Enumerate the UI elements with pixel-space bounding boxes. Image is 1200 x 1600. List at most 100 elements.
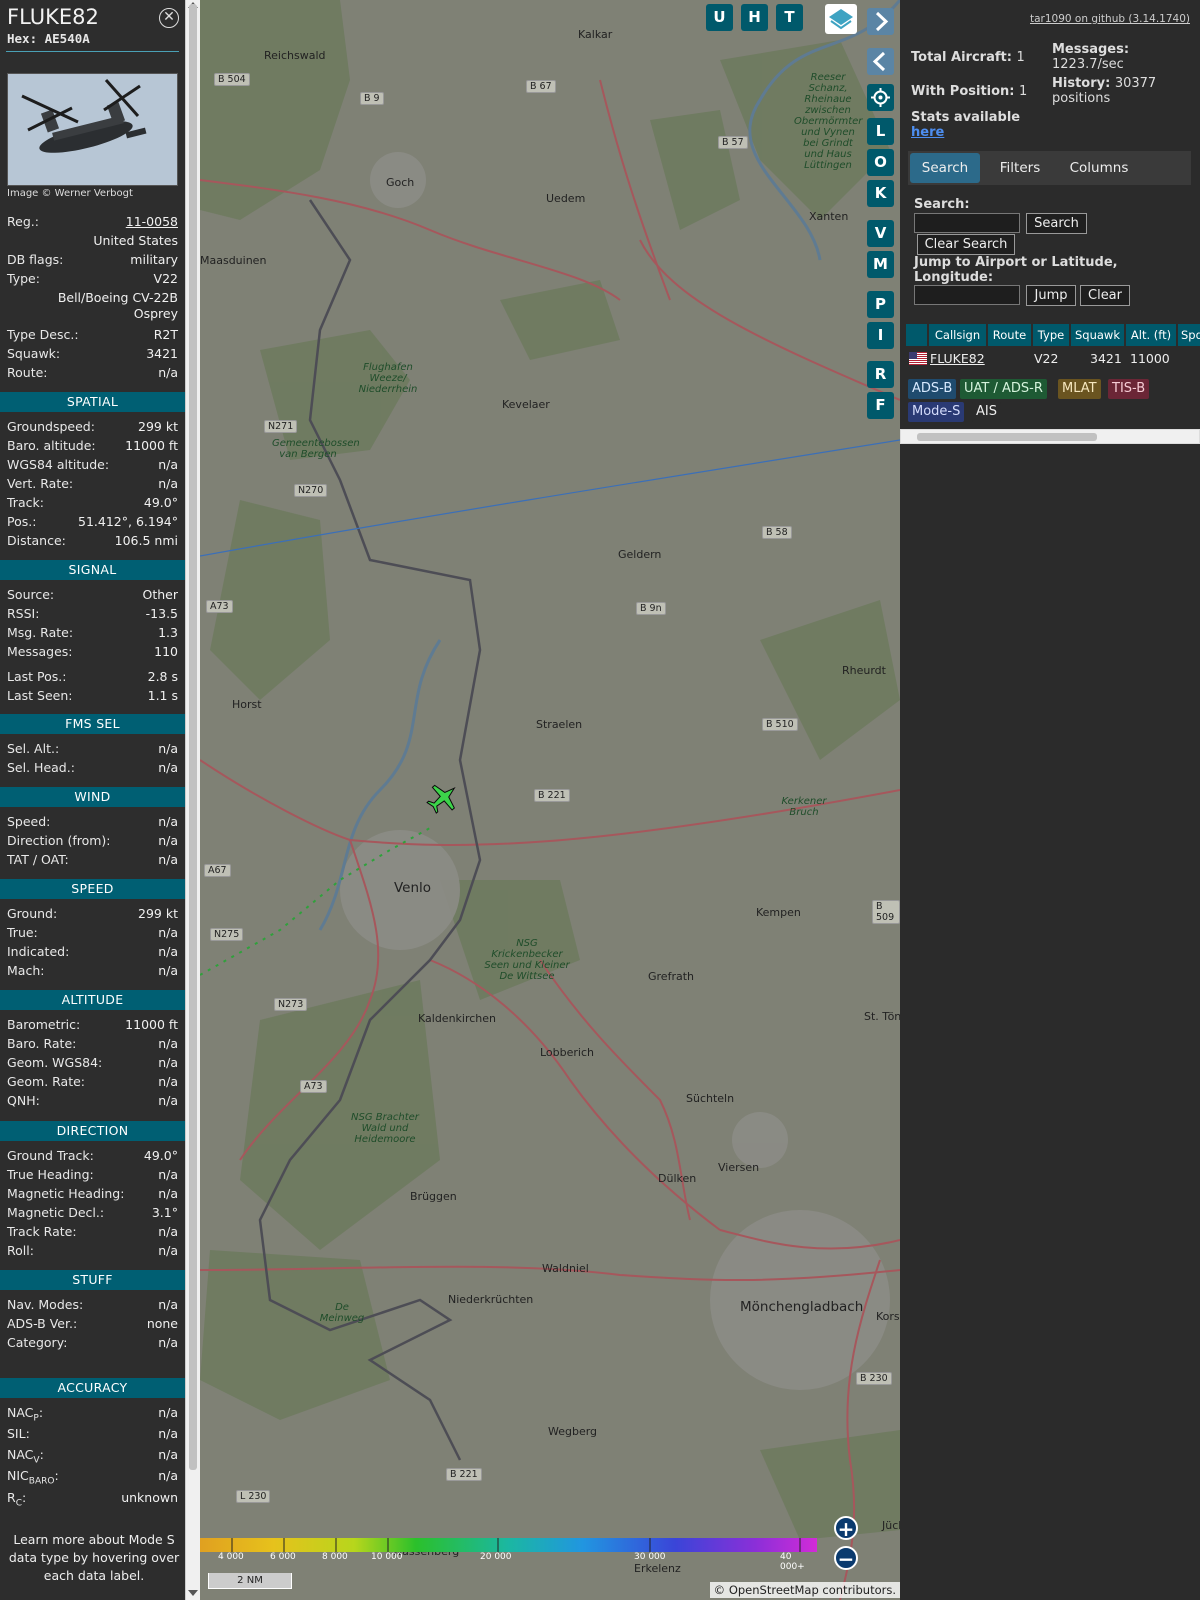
- info-panel-scrollbar[interactable]: [185, 0, 200, 1600]
- speed-label[interactable]: Ground:: [7, 906, 57, 921]
- col-squawk[interactable]: Squawk: [1071, 324, 1124, 346]
- speed-label[interactable]: True:: [7, 925, 38, 940]
- road-number-label: B 9: [360, 92, 384, 105]
- stats-available: Stats available here: [911, 110, 1020, 140]
- spatial-label[interactable]: WGS84 altitude:: [7, 457, 109, 472]
- toggle-v-button[interactable]: V: [867, 220, 894, 247]
- scroll-thumb[interactable]: [189, 4, 197, 1470]
- stuff-label[interactable]: Nav. Modes:: [7, 1297, 83, 1312]
- stats-here-link[interactable]: here: [911, 125, 1020, 140]
- col-callsign[interactable]: Callsign: [929, 324, 986, 346]
- toggle-i-button[interactable]: I: [867, 322, 894, 349]
- spatial-label[interactable]: Baro. altitude:: [7, 438, 96, 453]
- direction-label[interactable]: Magnetic Decl.:: [7, 1205, 104, 1220]
- map-attribution[interactable]: © OpenStreetMap contributors.: [709, 1582, 900, 1598]
- toggle-u-button[interactable]: U: [706, 4, 733, 31]
- hscroll-thumb[interactable]: [917, 433, 1097, 441]
- aircraft-photo[interactable]: [7, 73, 178, 186]
- wind-label[interactable]: TAT / OAT:: [7, 852, 69, 867]
- reg-link[interactable]: 11-0058: [126, 214, 178, 229]
- altitude-label[interactable]: QNH:: [7, 1093, 40, 1108]
- wind-label[interactable]: Direction (from):: [7, 833, 111, 848]
- osprey-image: [8, 74, 177, 185]
- accuracy-label[interactable]: NACV:: [7, 1447, 44, 1466]
- table-hscrollbar[interactable]: [900, 429, 1200, 444]
- accuracy-label[interactable]: RC:: [7, 1490, 26, 1509]
- spatial-value: n/a: [158, 457, 178, 472]
- signal-label[interactable]: Messages:: [7, 644, 73, 659]
- toggle-l-button[interactable]: L: [867, 118, 894, 145]
- settings-button[interactable]: [867, 84, 894, 111]
- label-text: SIL:: [7, 1426, 30, 1441]
- toggle-r-button[interactable]: R: [867, 361, 894, 388]
- altitude-label[interactable]: Geom. Rate:: [7, 1074, 85, 1089]
- layers-button[interactable]: [825, 4, 857, 34]
- version-link[interactable]: tar1090 on github (3.14.1740): [1030, 13, 1190, 25]
- jump-button[interactable]: Jump: [1026, 285, 1076, 306]
- toggle-k-button[interactable]: K: [867, 180, 894, 207]
- search-label: Search:: [914, 197, 970, 212]
- toggle-h-button[interactable]: H: [741, 4, 768, 31]
- col-speed[interactable]: Spd: [1178, 324, 1200, 346]
- speed-label[interactable]: Mach:: [7, 963, 44, 978]
- direction-label[interactable]: Ground Track:: [7, 1148, 94, 1163]
- stuff-label[interactable]: ADS-B Ver.:: [7, 1316, 77, 1331]
- signal-label[interactable]: Last Pos.:: [7, 669, 66, 684]
- close-icon[interactable]: ✕: [159, 8, 179, 28]
- direction-label[interactable]: Roll:: [7, 1243, 34, 1258]
- accuracy-value: n/a: [158, 1447, 178, 1462]
- spatial-label[interactable]: Pos.:: [7, 514, 36, 529]
- spatial-label[interactable]: Track:: [7, 495, 44, 510]
- scroll-down-icon[interactable]: [188, 1590, 198, 1596]
- tab-search[interactable]: Search: [910, 153, 980, 183]
- stuff-label[interactable]: Category:: [7, 1335, 67, 1350]
- accuracy-label[interactable]: NACP:: [7, 1405, 43, 1424]
- fmssel-label[interactable]: Sel. Alt.:: [7, 741, 59, 756]
- direction-label[interactable]: True Heading:: [7, 1167, 94, 1182]
- tab-columns[interactable]: Columns: [1058, 153, 1140, 183]
- speed-value: n/a: [158, 944, 178, 959]
- col-type[interactable]: Type: [1033, 324, 1069, 346]
- jump-input[interactable]: [914, 285, 1020, 305]
- toggle-m-button[interactable]: M: [867, 251, 894, 278]
- place-label: Waldniel: [542, 1262, 589, 1275]
- signal-label[interactable]: Source:: [7, 587, 54, 602]
- accuracy-label[interactable]: NICBARO:: [7, 1468, 59, 1487]
- wind-label[interactable]: Speed:: [7, 814, 50, 829]
- spatial-label[interactable]: Groundspeed:: [7, 419, 95, 434]
- place-label: Horst: [232, 698, 262, 711]
- direction-label[interactable]: Magnetic Heading:: [7, 1186, 124, 1201]
- signal-label[interactable]: Msg. Rate:: [7, 625, 73, 640]
- toggle-f-button[interactable]: F: [867, 392, 894, 419]
- signal-label[interactable]: RSSI:: [7, 606, 39, 621]
- row-callsign[interactable]: FLUKE82: [930, 349, 985, 369]
- collapse-left-button[interactable]: [867, 48, 894, 75]
- spatial-label[interactable]: Vert. Rate:: [7, 476, 73, 491]
- direction-label[interactable]: Track Rate:: [7, 1224, 77, 1239]
- altitude-label[interactable]: Barometric:: [7, 1017, 80, 1032]
- accuracy-label[interactable]: SIL:: [7, 1426, 30, 1445]
- search-input[interactable]: [914, 213, 1020, 233]
- toggle-p-button[interactable]: P: [867, 291, 894, 318]
- search-button[interactable]: Search: [1026, 213, 1087, 234]
- clear-button[interactable]: Clear: [1080, 285, 1130, 306]
- signal-label[interactable]: Last Seen:: [7, 688, 72, 703]
- speed-label[interactable]: Indicated:: [7, 944, 69, 959]
- altitude-label[interactable]: Geom. WGS84:: [7, 1055, 102, 1070]
- aircraft-marker-icon[interactable]: [426, 781, 460, 815]
- col-route[interactable]: Route: [988, 324, 1031, 346]
- zoom-in-button[interactable]: +: [834, 1516, 858, 1540]
- altitude-label[interactable]: Baro. Rate:: [7, 1036, 76, 1051]
- fmssel-label[interactable]: Sel. Head.:: [7, 760, 75, 775]
- col-altitude[interactable]: Alt. (ft): [1126, 324, 1176, 346]
- zoom-out-button[interactable]: −: [834, 1546, 858, 1570]
- tab-filters[interactable]: Filters: [986, 153, 1054, 183]
- clear-search-button[interactable]: Clear Search: [917, 234, 1015, 255]
- col-flag[interactable]: [906, 324, 927, 346]
- expand-right-button[interactable]: [867, 8, 894, 35]
- typedesc-value: R2T: [153, 327, 178, 342]
- map-view[interactable]: Kalkar Goch Uedem Xanten Kevelaer Geldern Stra…: [200, 0, 900, 1600]
- toggle-o-button[interactable]: O: [867, 149, 894, 176]
- spatial-label[interactable]: Distance:: [7, 533, 66, 548]
- toggle-t-button[interactable]: T: [776, 4, 803, 31]
